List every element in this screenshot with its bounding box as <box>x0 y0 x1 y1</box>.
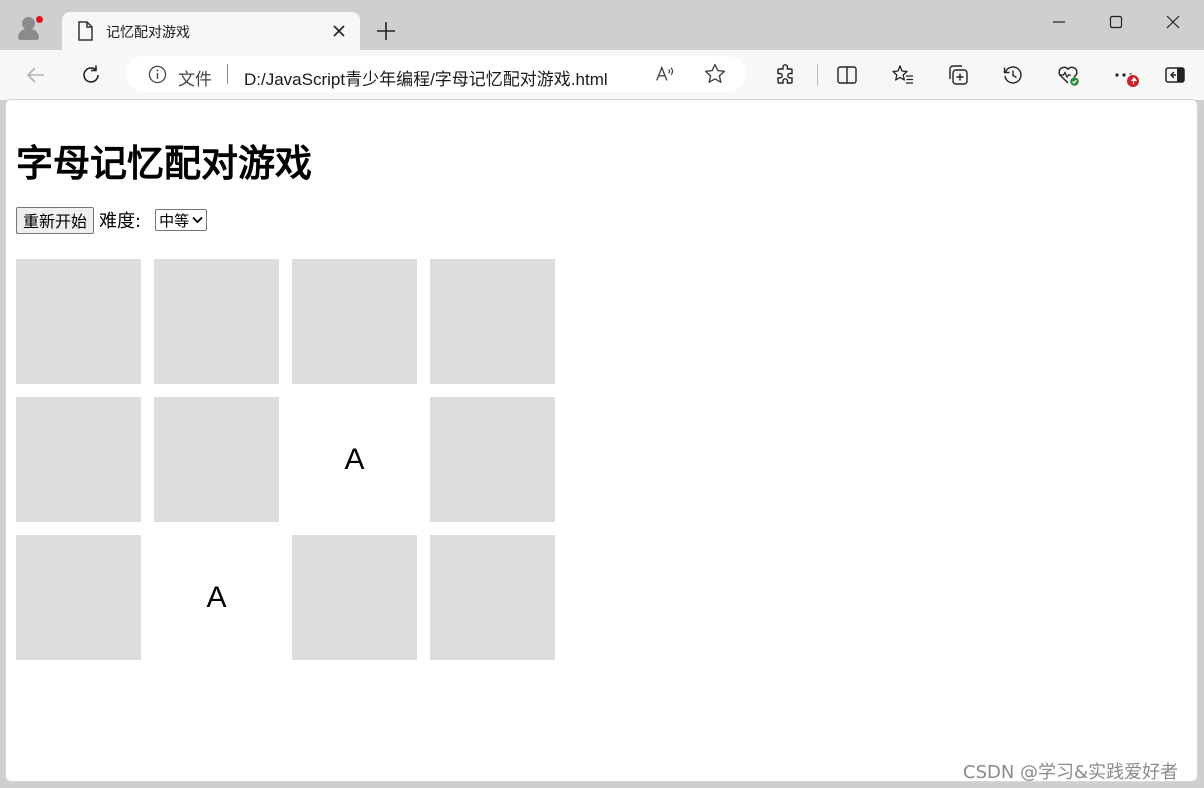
watermark: CSDN @学习&实践爱好者 <box>963 762 1179 783</box>
page-title: 字母记忆配对游戏 <box>16 142 312 185</box>
page-icon <box>78 21 93 41</box>
memory-card[interactable] <box>430 259 555 384</box>
card-grid: AA <box>16 259 556 660</box>
profile-avatar-icon[interactable] <box>14 14 44 44</box>
new-tab-icon[interactable] <box>374 19 398 43</box>
browser-essentials-icon[interactable] <box>1056 63 1080 87</box>
memory-card[interactable] <box>16 259 141 384</box>
difficulty-label: 难度: <box>99 211 142 232</box>
memory-card[interactable] <box>154 397 279 522</box>
read-aloud-icon[interactable] <box>654 63 676 85</box>
address-bar[interactable]: 文件 D:/JavaScript青少年编程/字母记忆配对游戏.html <box>126 56 746 92</box>
refresh-icon[interactable] <box>79 63 103 87</box>
memory-card[interactable] <box>154 259 279 384</box>
chevron-down-icon <box>192 216 203 224</box>
game-controls: 重新开始 难度: 中等 <box>16 206 208 234</box>
tab-title: 记忆配对游戏 <box>106 24 190 40</box>
browser-tab[interactable]: 记忆配对游戏 <box>62 12 360 50</box>
restart-button[interactable]: 重新开始 <box>16 206 95 234</box>
address-scheme-label: 文件 <box>178 70 212 89</box>
favorites-icon[interactable] <box>891 63 915 87</box>
memory-card[interactable] <box>292 259 417 384</box>
difficulty-selected-value: 中等 <box>159 211 190 230</box>
split-screen-icon[interactable] <box>835 63 859 87</box>
close-tab-icon[interactable] <box>330 22 348 40</box>
browser-title-bar: 记忆配对游戏 <box>0 0 1204 50</box>
update-badge-icon <box>1126 74 1140 88</box>
sidebar-toggle-icon[interactable] <box>1163 63 1187 87</box>
toolbar-divider <box>817 64 818 86</box>
browser-toolbar: 文件 D:/JavaScript青少年编程/字母记忆配对游戏.html <box>0 50 1204 100</box>
extensions-icon[interactable] <box>774 63 798 87</box>
page-content: 字母记忆配对游戏 重新开始 难度: 中等 AA <box>5 99 1198 782</box>
memory-card[interactable]: A <box>292 397 417 522</box>
memory-card[interactable] <box>430 397 555 522</box>
collections-icon[interactable] <box>946 63 970 87</box>
memory-card[interactable] <box>292 535 417 660</box>
address-separator <box>227 64 228 84</box>
close-window-icon[interactable] <box>1161 10 1185 34</box>
history-icon[interactable] <box>1001 63 1025 87</box>
back-icon[interactable] <box>24 63 48 87</box>
minimize-icon[interactable] <box>1047 10 1071 34</box>
memory-card[interactable]: A <box>154 535 279 660</box>
favorite-star-icon[interactable] <box>703 62 727 86</box>
maximize-icon[interactable] <box>1104 10 1128 34</box>
memory-card[interactable] <box>16 397 141 522</box>
memory-card[interactable] <box>430 535 555 660</box>
site-info-icon[interactable] <box>148 65 167 84</box>
memory-card[interactable] <box>16 535 141 660</box>
url-text[interactable]: D:/JavaScript青少年编程/字母记忆配对游戏.html <box>244 65 608 90</box>
difficulty-select[interactable]: 中等 <box>155 209 208 231</box>
